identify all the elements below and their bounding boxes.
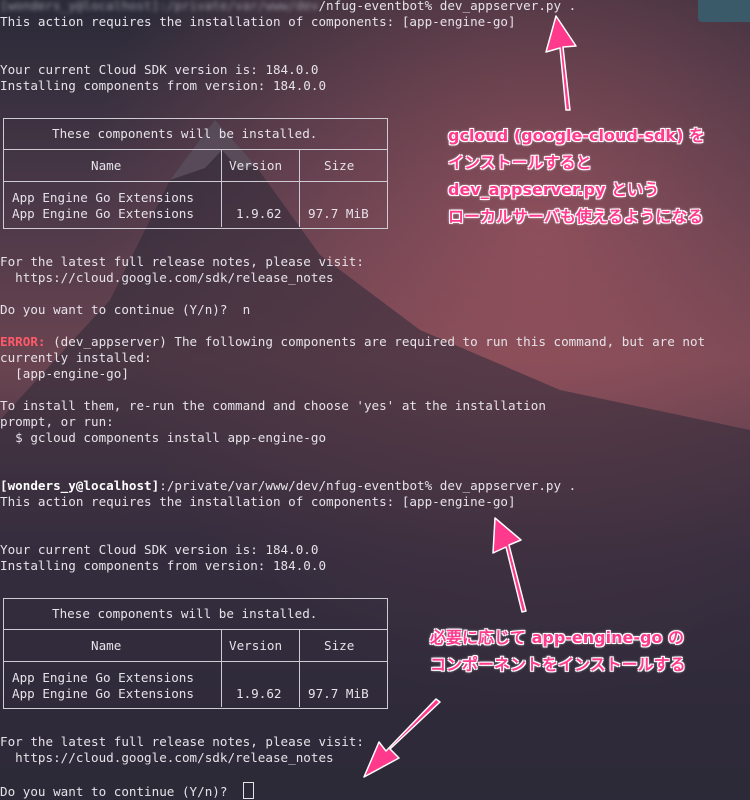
command-line-1: [wonders_y@localhost]:/private/var/www/d… bbox=[0, 0, 576, 14]
annotation-top-line-3: dev_appserver.py という bbox=[448, 180, 660, 199]
requires-line-2: This action requires the installation of… bbox=[0, 494, 516, 509]
install-hint-1: To install them, re-run the command and … bbox=[0, 398, 546, 413]
table-title: These components will be installed. bbox=[52, 126, 318, 141]
release-notes-url-2[interactable]: https://cloud.google.com/sdk/release_not… bbox=[0, 750, 333, 766]
install-hint-2: prompt, or run: bbox=[0, 414, 114, 429]
col-name-header: Name bbox=[91, 638, 122, 653]
error-label: ERROR: bbox=[0, 334, 46, 349]
error-component: [app-engine-go] bbox=[0, 366, 129, 381]
col-size-header: Size bbox=[324, 158, 355, 173]
error-message: (dev_appserver) The following components… bbox=[45, 334, 706, 349]
row-1-name: App Engine Go Extensions bbox=[12, 190, 194, 205]
annotation-top-line-2: インストールすると bbox=[448, 153, 592, 172]
continue-prompt-text: Do you want to continue (Y/n)? bbox=[0, 784, 243, 799]
annotation-top-line-4: ローカルサーバも使えるようになる bbox=[448, 207, 704, 226]
col-name-header: Name bbox=[91, 158, 122, 173]
row-2-name: App Engine Go Extensions bbox=[12, 206, 194, 221]
annotation-top-line-1: gcloud (google-cloud-sdk) を bbox=[448, 126, 705, 145]
components-table-2: These components will be installed. Name… bbox=[3, 598, 388, 709]
col-size-header: Size bbox=[324, 638, 355, 653]
continue-prompt-open[interactable]: Do you want to continue (Y/n)? bbox=[0, 782, 254, 800]
error-message-2: currently installed: bbox=[0, 350, 152, 365]
prompt-user: [wonders_y@localhost] bbox=[0, 478, 160, 493]
installing-from-line-2: Installing components from version: 184.… bbox=[0, 558, 327, 573]
col-version-header: Version bbox=[229, 158, 283, 173]
sdk-version-line-1: Your current Cloud SDK version is: 184.0… bbox=[0, 62, 319, 77]
col-version-header: Version bbox=[229, 638, 283, 653]
terminal-output: [wonders_y@localhost]:/private/var/www/d… bbox=[0, 0, 750, 800]
continue-prompt-answered: Do you want to continue (Y/n)? n bbox=[0, 302, 251, 317]
prompt-path-command: :/private/var/www/dev/nfug-eventbot% dev… bbox=[159, 478, 577, 493]
row-2-version: 1.9.62 bbox=[236, 686, 282, 701]
row-2-size: 97.7 MiB bbox=[308, 686, 369, 701]
row-1-name: App Engine Go Extensions bbox=[12, 670, 194, 685]
release-notes-line-1: For the latest full release notes, pleas… bbox=[0, 254, 364, 269]
command-line-2: [wonders_y@localhost]:/private/var/www/d… bbox=[0, 478, 576, 494]
installing-from-line-1: Installing components from version: 184.… bbox=[0, 78, 327, 93]
blurred-prompt-path: [wonders_y@localhost]:/private/var/www/d… bbox=[0, 0, 319, 13]
annotation-top: gcloud (google-cloud-sdk) をインストールすると dev_… bbox=[448, 122, 705, 230]
sdk-version-line-2: Your current Cloud SDK version is: 184.0… bbox=[0, 542, 319, 557]
components-table-1: These components will be installed. Name… bbox=[3, 118, 388, 229]
error-line: ERROR: (dev_appserver) The following com… bbox=[0, 334, 705, 350]
install-hint-3: $ gcloud components install app-engine-g… bbox=[0, 430, 327, 445]
annotation-bottom-line-1: 必要に応じて app-engine-go の bbox=[430, 628, 684, 647]
annotation-bottom-line-2: コンポーネントをインストールする bbox=[430, 655, 686, 674]
release-notes-url-1[interactable]: https://cloud.google.com/sdk/release_not… bbox=[0, 270, 333, 286]
row-2-size: 97.7 MiB bbox=[308, 206, 369, 221]
table-title: These components will be installed. bbox=[52, 606, 318, 621]
row-2-version: 1.9.62 bbox=[236, 206, 282, 221]
row-2-name: App Engine Go Extensions bbox=[12, 686, 194, 701]
release-notes-line-2: For the latest full release notes, pleas… bbox=[0, 734, 364, 749]
requires-line-1: This action requires the installation of… bbox=[0, 14, 516, 29]
annotation-bottom: 必要に応じて app-engine-go のコンポーネントをインストールする bbox=[430, 624, 686, 678]
command-line-1-tail: /nfug-eventbot% dev_appserver.py . bbox=[318, 0, 577, 13]
terminal-cursor bbox=[242, 782, 254, 799]
